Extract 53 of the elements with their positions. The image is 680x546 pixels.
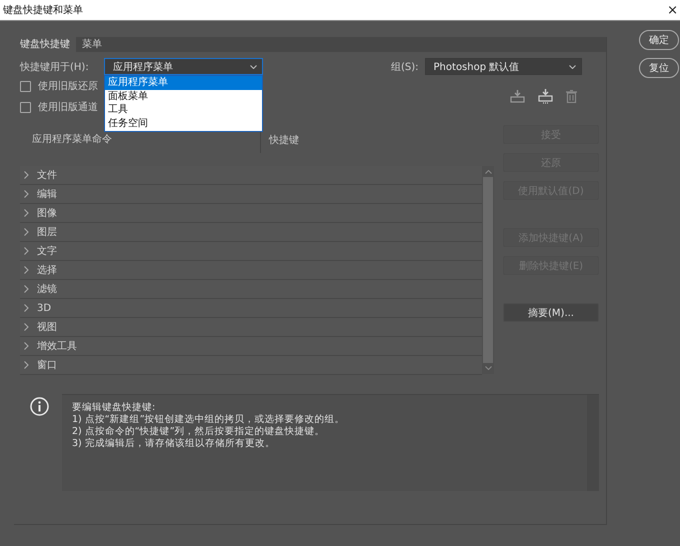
new-set-icon[interactable] (538, 89, 553, 104)
chevron-icon (24, 266, 29, 274)
column-header: 快捷键 (268, 134, 299, 146)
instruction-line: 3) 完成编辑后，请存储该组以存储所有更改。 (72, 438, 276, 450)
tab[interactable]: 菜单 (76, 37, 108, 52)
field-label: 快捷键用于(H): (20, 60, 90, 74)
menu-row[interactable]: 增效工具 (20, 337, 482, 356)
chevron-icon (24, 171, 29, 179)
menu-row[interactable]: 滤镜 (20, 280, 482, 299)
tab[interactable]: 键盘快捷键 (14, 37, 76, 52)
chevron-icon (24, 247, 29, 255)
chevron-icon (24, 361, 29, 369)
trash-icon[interactable] (566, 90, 577, 103)
chevron-icon (24, 285, 29, 293)
chevron-icon (24, 190, 29, 198)
menu-row[interactable]: 视图 (20, 318, 482, 337)
scroll-down-icon[interactable] (484, 366, 492, 370)
instruction-line: 1) 点按“新建组”按钮创建选中组的拷贝，或选择要修改的组。 (72, 414, 346, 426)
shortcuts-for-dropdown[interactable]: 应用程序菜单 (104, 58, 263, 75)
close-button[interactable]: × (667, 2, 680, 18)
menu-row[interactable]: 图层 (20, 223, 482, 242)
menu-row[interactable]: 编辑 (20, 185, 482, 204)
menu-row[interactable]: 3D (20, 299, 482, 318)
instruction-line: 要编辑键盘快捷键: (72, 402, 156, 414)
action-button[interactable]: 摘要(M)... (503, 303, 599, 322)
instruction-line: 2) 点按命令的“快捷键”列，然后按要指定的键盘快捷键。 (72, 426, 326, 438)
menu-row[interactable]: 文字 (20, 242, 482, 261)
dialog-button[interactable]: 确定 (639, 30, 679, 50)
checkbox-label: 使用旧版还原 (38, 80, 98, 93)
menu-row[interactable]: 选择 (20, 261, 482, 280)
window-title: 键盘快捷键和菜单 (2, 4, 83, 17)
menu-row[interactable]: 图像 (20, 204, 482, 223)
chevron-down-icon (250, 64, 257, 68)
dialog-button[interactable]: 复位 (639, 58, 679, 78)
chevron-down-icon (568, 64, 576, 68)
scroll-up-icon[interactable] (484, 170, 492, 174)
checkbox-label: 使用旧版通道 (38, 100, 98, 114)
chevron-icon (24, 304, 29, 312)
menu-row[interactable]: 文件 (20, 166, 482, 185)
chevron-icon (24, 323, 29, 331)
set-dropdown[interactable]: Photoshop 默认值 (424, 58, 582, 75)
menu-row[interactable]: 窗口 (20, 356, 482, 375)
checkbox[interactable] (20, 80, 31, 92)
chevron-icon (24, 342, 29, 350)
field-label: 组(S): (391, 60, 419, 74)
tray-arrow-icon[interactable] (510, 90, 525, 103)
chevron-icon (24, 228, 29, 236)
chevron-icon (24, 209, 29, 217)
checkbox[interactable] (20, 102, 31, 112)
dropdown-option[interactable]: 工具 (105, 103, 262, 116)
dropdown-option[interactable]: 面板菜单 (105, 90, 262, 103)
dropdown-option[interactable]: 应用程序菜单 (105, 76, 262, 90)
info-icon (30, 397, 49, 416)
